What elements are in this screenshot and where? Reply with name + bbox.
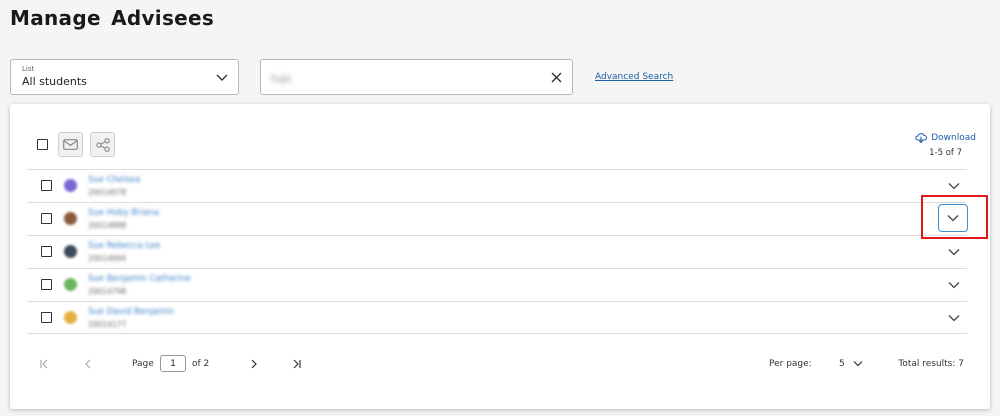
page-title: Manage Advisees [10,6,215,30]
list-select-label: List [22,65,35,73]
avatar [64,212,77,225]
clear-icon[interactable] [551,72,562,83]
per-page-label: Per page: [769,359,812,369]
last-page-icon [293,359,301,369]
share-button[interactable] [90,132,115,157]
advisees-card: Download 1-5 of 7 Sue Chelsea 20014978 S… [10,104,990,409]
page-number-input[interactable] [160,355,186,372]
table-row: Sue Rebecca Lee 20014994 [27,235,967,268]
next-page-button[interactable] [248,358,260,370]
previous-page-button[interactable] [82,358,94,370]
chevron-down-icon [948,183,960,190]
search-box [260,59,573,95]
expand-row-button[interactable] [947,245,961,259]
student-name[interactable]: Sue Hoby Briana [88,208,159,218]
first-page-icon [40,359,48,369]
pagination-bar: Page of 2 Per page: 5 Total results: 7 [10,354,990,374]
avatar [64,179,77,192]
expand-row-button[interactable] [947,179,961,193]
chevron-down-icon [216,74,228,81]
expand-row-button[interactable] [947,278,961,292]
student-name[interactable]: Sue Benjamin Catherine [88,274,191,284]
chevron-right-icon [251,359,257,369]
list-select-value: All students [22,75,87,88]
download-label: Download [931,132,976,143]
list-select[interactable]: List All students [10,59,239,95]
avatar [64,245,77,258]
download-icon [915,133,928,143]
expand-row-button[interactable] [938,204,968,232]
table-row: Sue Chelsea 20014978 [27,169,967,202]
student-name[interactable]: Sue David Benjamin [88,307,174,317]
table-row: Sue David Benjamin 20014177 [27,301,967,334]
chevron-down-icon [853,361,863,367]
download-link[interactable]: Download [915,132,976,143]
student-id: 20014978 [88,188,127,197]
student-id: 20014177 [88,320,127,329]
student-id: 20014888 [88,221,127,230]
table-row: Sue Hoby Briana 20014888 [27,202,968,235]
avatar [64,311,77,324]
per-page-value: 5 [839,359,845,369]
table-row: Sue Benjamin Catherine 20014798 [27,268,967,301]
row-checkbox[interactable] [41,180,52,191]
chevron-down-icon [948,282,960,289]
row-checkbox[interactable] [41,213,52,224]
chevron-down-icon [947,215,959,222]
expand-row-button[interactable] [947,311,961,325]
chevron-down-icon [948,249,960,256]
student-id: 20014994 [88,254,127,263]
share-icon [95,137,110,152]
first-page-button[interactable] [38,358,50,370]
row-checkbox[interactable] [41,279,52,290]
row-checkbox[interactable] [41,312,52,323]
results-range: 1-5 of 7 [929,148,962,158]
search-input[interactable] [271,69,541,87]
chevron-left-icon [85,359,91,369]
total-results: Total results: 7 [898,359,964,369]
last-page-button[interactable] [291,358,303,370]
envelope-icon [63,139,78,150]
row-checkbox[interactable] [41,246,52,257]
chevron-down-icon [948,315,960,322]
email-button[interactable] [58,132,83,157]
avatar [64,278,77,291]
student-name[interactable]: Sue Chelsea [88,175,141,185]
student-name[interactable]: Sue Rebecca Lee [88,241,160,251]
per-page-select[interactable]: 5 [836,357,866,371]
page-total-label: of 2 [192,359,210,369]
page-label: Page [132,359,154,369]
advanced-search-link[interactable]: Advanced Search [595,72,673,82]
select-all-checkbox[interactable] [37,139,48,150]
student-id: 20014798 [88,287,127,296]
